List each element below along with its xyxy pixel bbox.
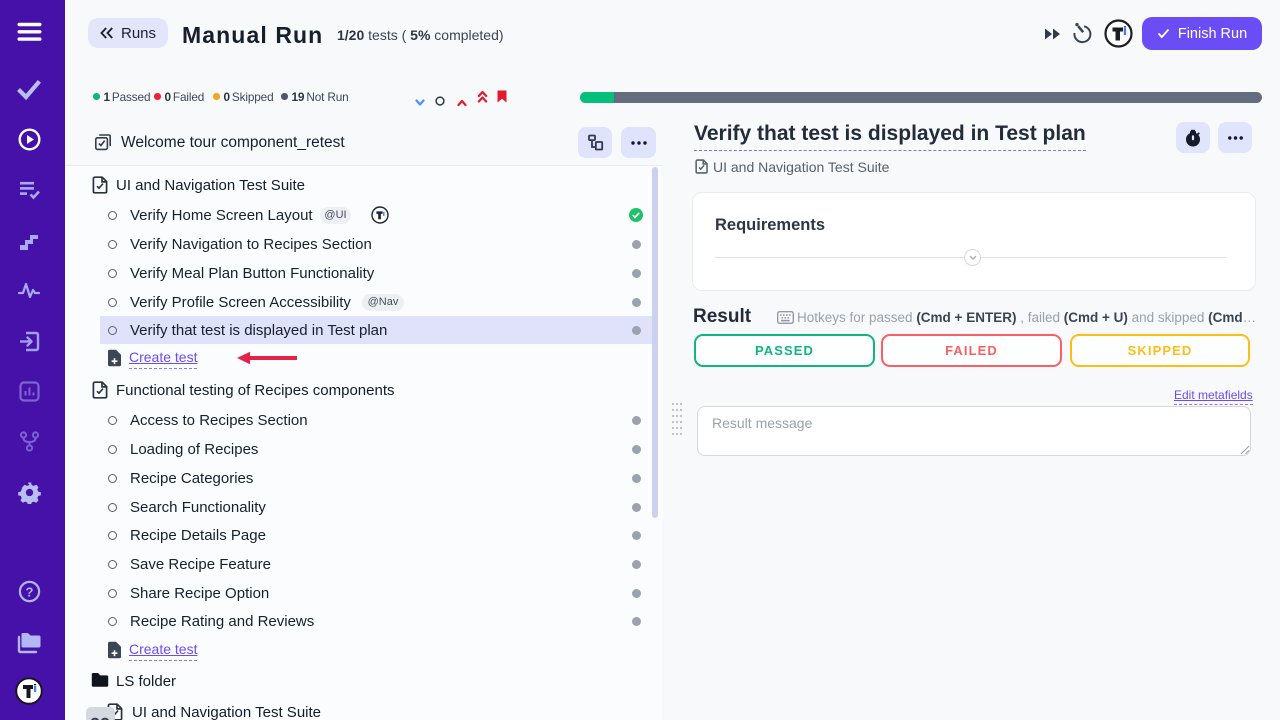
svg-text:?: ? — [25, 584, 33, 599]
